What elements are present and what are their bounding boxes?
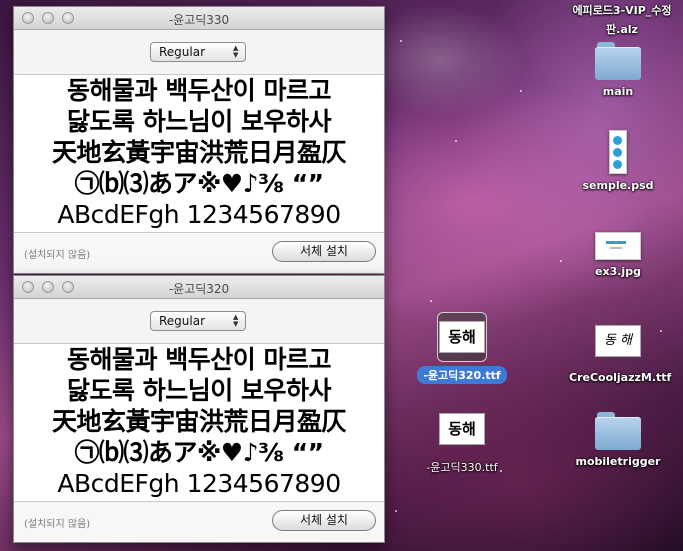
desktop-item-label: 에피로드3-VIP_수정 [572, 4, 672, 17]
preview-line: 天地玄黃宇宙洪荒日月盈仄 [51, 138, 347, 167]
sparkle [455, 140, 457, 142]
window-footer: (설치되지 않음) 서체 설치 [14, 232, 384, 273]
desktop-item-ex3-jpg[interactable]: ex3.jpg [563, 232, 673, 279]
sparkle [395, 510, 397, 512]
font-thumbnail-text: 동해 [439, 321, 485, 353]
preview-line: ㉠⒝⑶あア※♥♪⅜ “” [74, 169, 324, 198]
install-font-button[interactable]: 서체 설치 [272, 510, 376, 531]
font-preview-window-330: -윤고딕330 Regular ▲ ▼ 동해물과 백두산이 마르고 닳도록 하느님… [13, 6, 385, 274]
font-file-icon: 동해 [437, 404, 487, 454]
desktop-item-alz-archive[interactable]: 에피로드3-VIP_수정 판.alz [563, 0, 681, 37]
preview-line: 天地玄黃宇宙洪荒日月盈仄 [51, 407, 347, 436]
title-bar[interactable]: -윤고딕330 [14, 7, 384, 30]
style-select-value: Regular [159, 45, 206, 59]
title-bar[interactable]: -윤고딕320 [14, 276, 384, 299]
desktop-item-label: mobiletrigger [575, 455, 661, 468]
install-font-button[interactable]: 서체 설치 [272, 241, 376, 262]
updown-arrows-icon: ▲ ▼ [233, 313, 239, 328]
desktop-item-label: -윤고딕320.ttf [417, 366, 507, 384]
folder-icon [595, 42, 641, 80]
install-status: (설치되지 않음) [24, 519, 91, 530]
preview-line: 동해물과 백두산이 마르고 [67, 76, 331, 105]
desktop-item-label: CreCooljazzM.ttf [569, 371, 672, 384]
preview-line: ABcdEFgh 1234567890 [57, 469, 341, 498]
desktop-item-label: -윤고딕330.ttf [426, 461, 498, 474]
window-footer: (설치되지 않음) 서체 설치 [14, 501, 384, 542]
preview-line: 닳도록 하느님이 보우하사 [67, 376, 331, 405]
preview-line: ㉠⒝⑶あア※♥♪⅜ “” [74, 438, 324, 467]
window-title: -윤고딕320 [168, 282, 230, 296]
desktop-item-label: ex3.jpg [595, 265, 641, 278]
desktop-item-label: main [602, 85, 634, 98]
folder-icon [595, 412, 641, 450]
style-select[interactable]: Regular ▲ ▼ [150, 311, 246, 331]
font-file-icon: 동 해 [593, 316, 643, 366]
desktop-item-yungothic330-ttf[interactable]: 동해 -윤고딕330.ttf [407, 404, 517, 476]
desktop-item-crecooljazzm-ttf[interactable]: 동 해 CreCooljazzM.ttf [563, 316, 673, 385]
updown-arrows-icon: ▲ ▼ [233, 44, 239, 59]
sparkle [430, 300, 432, 302]
sparkle [560, 260, 562, 262]
jpg-thumbnail-icon [595, 232, 641, 260]
style-select-value: Regular [159, 314, 206, 328]
sparkle [400, 40, 402, 42]
desktop-item-label: semple.psd [582, 179, 654, 192]
desktop-item-mobiletrigger[interactable]: mobiletrigger [563, 412, 673, 469]
preview-line: 닳도록 하느님이 보우하사 [67, 107, 331, 136]
toolbar: Regular ▲ ▼ [14, 30, 384, 75]
desktop-item-yungothic320-ttf[interactable]: 동해 -윤고딕320.ttf [407, 312, 517, 384]
font-preview-window-320: -윤고딕320 Regular ▲ ▼ 동해물과 백두산이 마르고 닳도록 하느님… [13, 275, 385, 543]
desktop-item-main[interactable]: main [563, 42, 673, 99]
psd-thumbnail-icon [609, 130, 627, 174]
preview-line: ABcdEFgh 1234567890 [57, 200, 341, 229]
toolbar: Regular ▲ ▼ [14, 299, 384, 344]
window-title: -윤고딕330 [168, 13, 230, 27]
font-file-icon: 동해 [437, 312, 487, 362]
desktop-item-semple-psd[interactable]: semple.psd [563, 130, 673, 193]
font-thumbnail-text: 동해 [439, 413, 485, 445]
style-select[interactable]: Regular ▲ ▼ [150, 42, 246, 62]
sparkle [520, 90, 522, 92]
desktop-item-label: 판.alz [606, 23, 638, 36]
install-status: (설치되지 않음) [24, 250, 91, 261]
font-preview: 동해물과 백두산이 마르고 닳도록 하느님이 보우하사 天地玄黃宇宙洪荒日月盈仄… [14, 75, 384, 231]
font-thumbnail-text: 동 해 [595, 325, 641, 357]
preview-line: 동해물과 백두산이 마르고 [67, 345, 331, 374]
font-preview: 동해물과 백두산이 마르고 닳도록 하느님이 보우하사 天地玄黃宇宙洪荒日月盈仄… [14, 344, 384, 500]
